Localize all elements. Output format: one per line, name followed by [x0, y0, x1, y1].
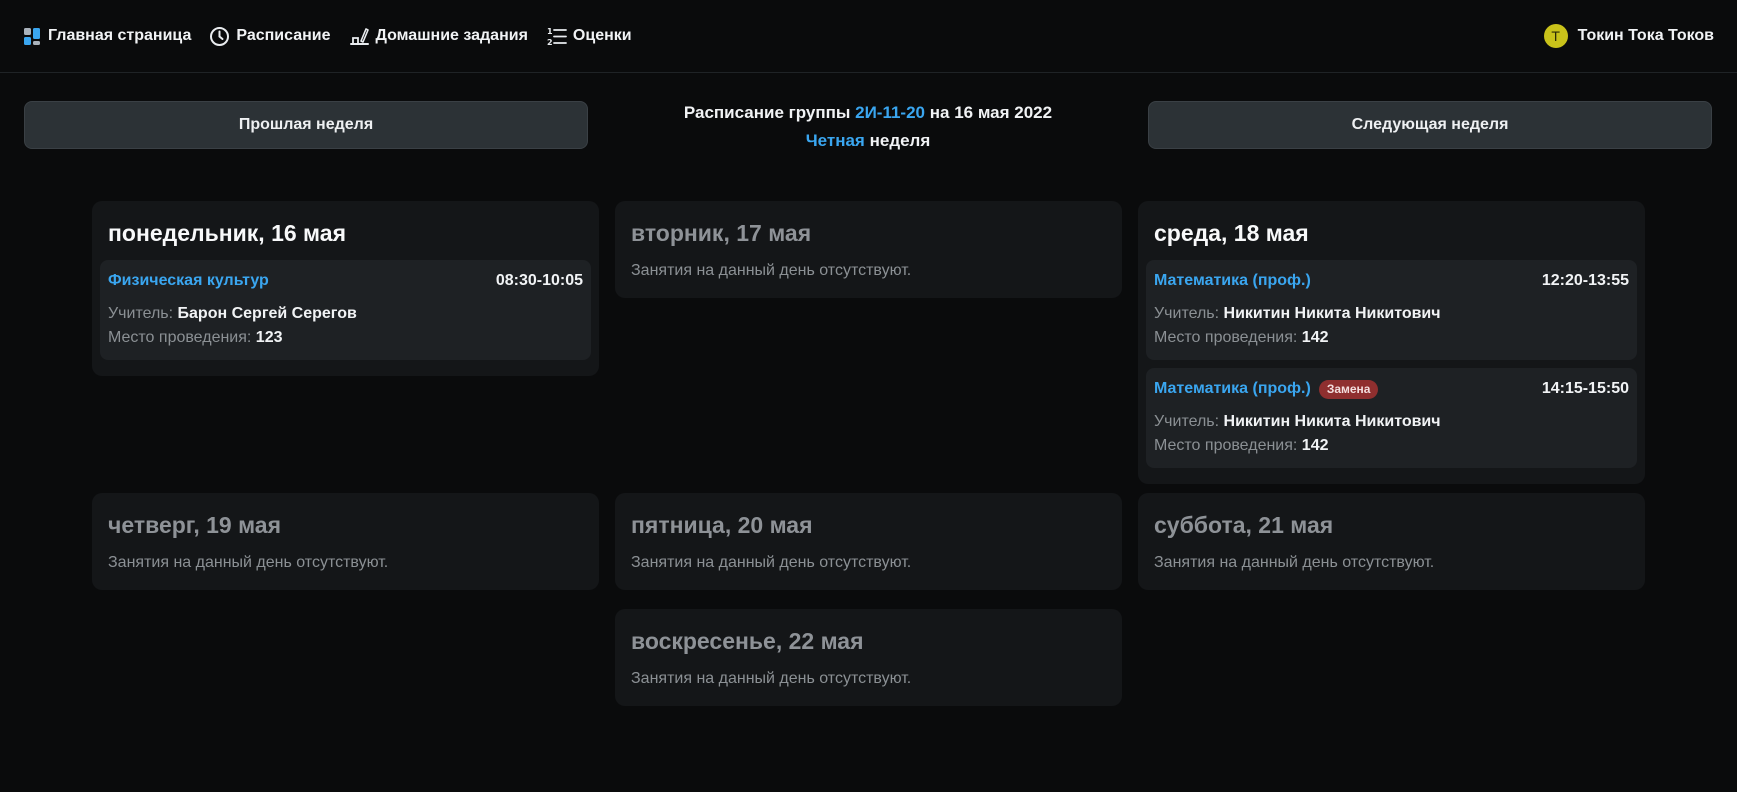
- lesson-time: 12:20-13:55: [1541, 272, 1629, 289]
- day-card-saturday: суббота, 21 мая Занятия на данный день о…: [1138, 493, 1645, 590]
- place-value: 123: [255, 329, 283, 346]
- numbered-list-icon: 1 2: [546, 26, 567, 47]
- time-start: 08:30: [495, 272, 537, 289]
- time-start: 14:15: [1541, 380, 1583, 397]
- place-row: Место проведения: 123: [108, 326, 583, 350]
- nav-item-label: Расписание: [236, 27, 331, 44]
- teacher-label: Учитель:: [1154, 305, 1220, 322]
- lesson-name[interactable]: Физическая культур: [108, 270, 269, 292]
- top-navigation: Главная страница Расписание Домашние зад…: [0, 0, 1737, 73]
- place-label: Место проведения:: [1154, 329, 1298, 346]
- teacher-label: Учитель:: [108, 305, 174, 322]
- lesson-card: Физическая культур 08:30-10:05 Учитель: …: [100, 260, 591, 360]
- schedule-title: Расписание группы 2И-11-20 на 16 мая 202…: [598, 99, 1138, 155]
- clock-icon: [209, 26, 230, 47]
- time-end: 10:05: [542, 272, 583, 289]
- day-card-friday: пятница, 20 мая Занятия на данный день о…: [615, 493, 1122, 590]
- teacher-name: Барон Сергей Серегов: [177, 305, 357, 322]
- no-lessons-text: Занятия на данный день отсутствуют.: [631, 262, 912, 279]
- no-lessons-text: Занятия на данный день отсутствуют.: [1154, 554, 1435, 571]
- day-card-sunday: воскресенье, 22 мая Занятия на данный де…: [615, 609, 1122, 706]
- title-date: на 16 мая 2022: [929, 103, 1053, 122]
- week-parity: Четная: [805, 131, 865, 150]
- place-label: Место проведения:: [108, 329, 252, 346]
- user-name: Токин Тока Токов: [1577, 27, 1714, 44]
- user-menu[interactable]: T Токин Тока Токов: [1543, 24, 1714, 48]
- avatar: T: [1543, 24, 1568, 48]
- lesson-name[interactable]: Математика (проф.): [1154, 270, 1311, 292]
- no-lessons-text: Занятия на данный день отсутствуют.: [108, 554, 389, 571]
- previous-week-button[interactable]: Прошлая неделя: [24, 101, 588, 149]
- main-nav: Главная страница Расписание Домашние зад…: [23, 26, 632, 47]
- nav-item-homework[interactable]: Домашние задания: [349, 26, 528, 47]
- homework-icon: [349, 26, 370, 47]
- time-end: 15:50: [1588, 380, 1629, 397]
- no-lessons-text: Занятия на данный день отсутствуют.: [631, 554, 912, 571]
- substitution-badge: Замена: [1318, 379, 1379, 399]
- next-week-button[interactable]: Следующая неделя: [1148, 101, 1712, 149]
- lesson-time: 14:15-15:50: [1541, 380, 1629, 397]
- nav-item-label: Оценки: [572, 27, 632, 44]
- no-lessons-text: Занятия на данный день отсутствуют.: [631, 670, 912, 687]
- place-row: Место проведения: 142: [1154, 326, 1629, 350]
- svg-text:1: 1: [547, 27, 553, 36]
- lesson-time: 08:30-10:05: [495, 272, 583, 289]
- teacher-row: Учитель: Никитин Никита Никитович: [1154, 302, 1629, 326]
- svg-text:2: 2: [547, 38, 553, 47]
- day-card-thursday: четверг, 19 мая Занятия на данный день о…: [92, 493, 599, 590]
- nav-item-grades[interactable]: 1 2 Оценки: [546, 26, 632, 47]
- day-title: понедельник, 16 мая: [108, 220, 346, 246]
- lesson-card: Математика (проф.) Замена 14:15-15:50 Уч…: [1146, 368, 1637, 468]
- day-title: четверг, 19 мая: [108, 512, 282, 538]
- teacher-row: Учитель: Никитин Никита Никитович: [1154, 410, 1629, 434]
- teacher-row: Учитель: Барон Сергей Серегов: [108, 302, 583, 326]
- teacher-name: Никитин Никита Никитович: [1223, 413, 1441, 430]
- day-card-monday: понедельник, 16 мая Физическая культур 0…: [92, 201, 599, 376]
- place-value: 142: [1301, 437, 1329, 454]
- day-title: суббота, 21 мая: [1154, 512, 1334, 538]
- nav-item-home[interactable]: Главная страница: [23, 27, 191, 46]
- day-card-tuesday: вторник, 17 мая Занятия на данный день о…: [615, 201, 1122, 298]
- teacher-label: Учитель:: [1154, 413, 1220, 430]
- day-card-wednesday: среда, 18 мая Математика (проф.) 12:20-1…: [1138, 201, 1645, 484]
- lesson-name[interactable]: Математика (проф.): [1154, 378, 1311, 400]
- day-title: воскресенье, 22 мая: [631, 628, 864, 654]
- nav-item-label: Главная страница: [48, 27, 192, 44]
- teacher-name: Никитин Никита Никитович: [1223, 305, 1441, 322]
- place-value: 142: [1301, 329, 1329, 346]
- nav-item-schedule[interactable]: Расписание: [209, 26, 331, 47]
- place-label: Место проведения:: [1154, 437, 1298, 454]
- time-end: 13:55: [1588, 272, 1629, 289]
- lesson-card: Математика (проф.) 12:20-13:55 Учитель: …: [1146, 260, 1637, 360]
- time-start: 12:20: [1541, 272, 1583, 289]
- day-title: среда, 18 мая: [1154, 220, 1309, 246]
- day-title: вторник, 17 мая: [631, 220, 812, 246]
- place-row: Место проведения: 142: [1154, 434, 1629, 458]
- group-link[interactable]: 2И-11-20: [855, 103, 925, 122]
- nav-item-label: Домашние задания: [375, 27, 528, 44]
- title-prefix: Расписание группы: [683, 103, 851, 122]
- day-title: пятница, 20 мая: [631, 512, 813, 538]
- week-parity-suffix: неделя: [869, 131, 931, 150]
- dashboard-icon: [23, 27, 42, 46]
